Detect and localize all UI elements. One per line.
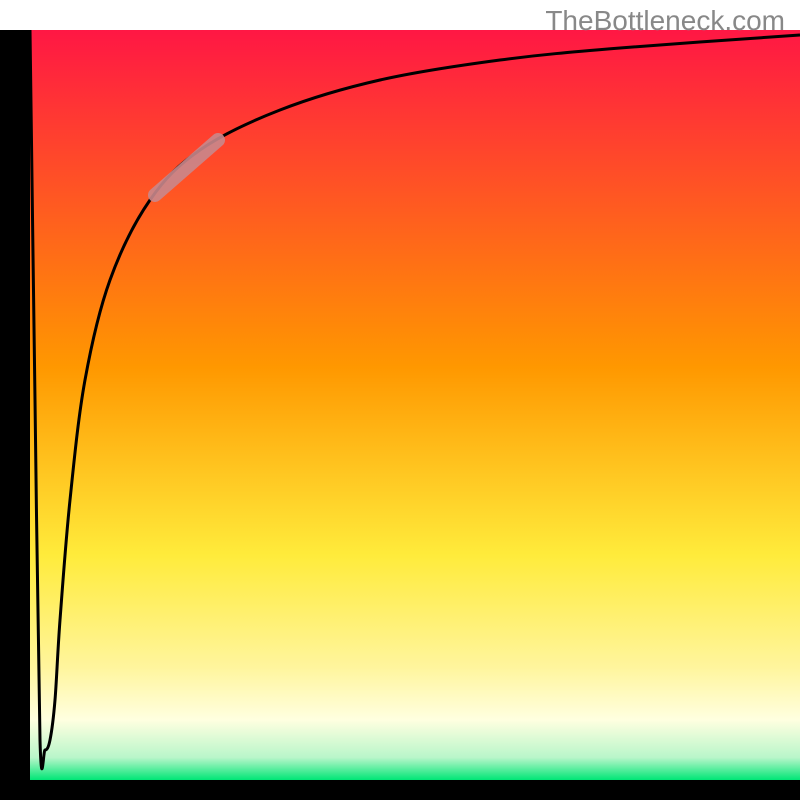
chart-svg [0,0,800,800]
chart-container: TheBottleneck.com [0,0,800,800]
watermark-text: TheBottleneck.com [545,5,785,37]
plot-area [30,30,800,780]
